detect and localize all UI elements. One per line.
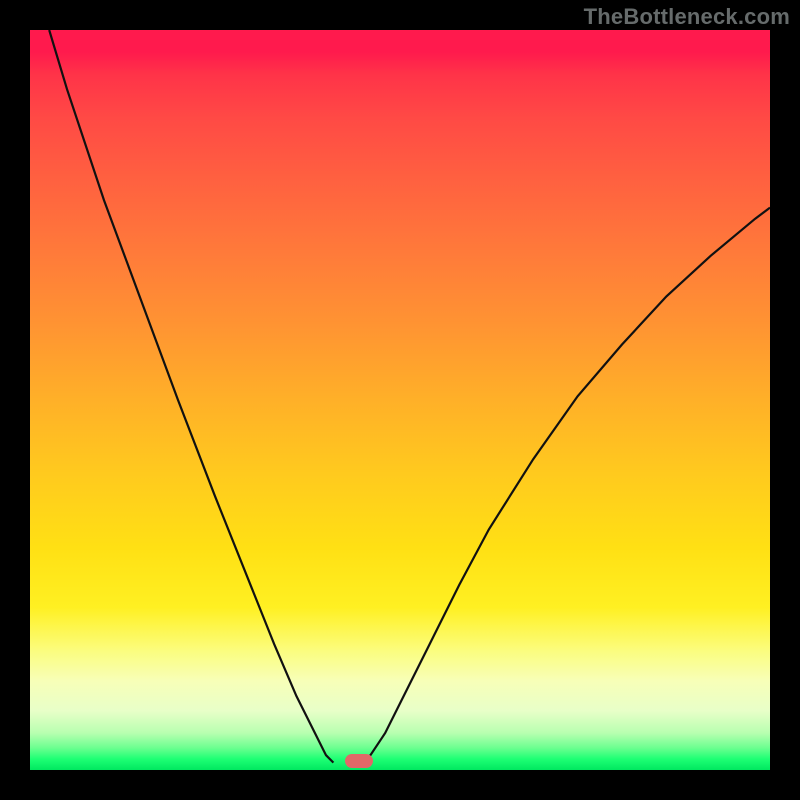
left-branch-path	[49, 30, 333, 763]
minimum-marker	[345, 754, 373, 767]
right-branch-path	[363, 208, 770, 763]
plot-area	[30, 30, 770, 770]
curve-layer	[30, 30, 770, 770]
chart-frame: TheBottleneck.com	[0, 0, 800, 800]
watermark-text: TheBottleneck.com	[584, 4, 790, 30]
